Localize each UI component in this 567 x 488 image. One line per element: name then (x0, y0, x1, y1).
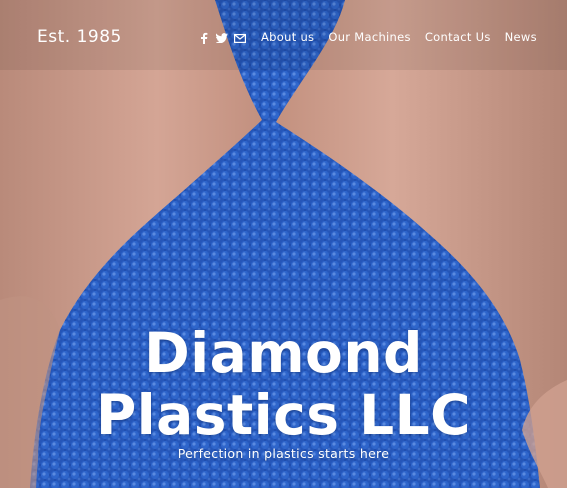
twitter-icon[interactable] (216, 32, 228, 44)
hero-section: Est. 1985 About us Our Machines Contact … (0, 0, 567, 488)
site-header: Est. 1985 About us Our Machines Contact … (0, 0, 567, 70)
nav-news[interactable]: News (505, 30, 537, 44)
mail-icon[interactable] (234, 32, 246, 44)
nav-our-machines[interactable]: Our Machines (328, 30, 410, 44)
hero-title-line-1: Diamond (144, 321, 423, 385)
nav-contact-us[interactable]: Contact Us (425, 30, 491, 44)
nav-about-us[interactable]: About us (261, 30, 314, 44)
social-links (198, 32, 246, 44)
facebook-icon[interactable] (198, 32, 210, 44)
hero-tagline: Perfection in plastics starts here (177, 446, 390, 461)
hero-title: Diamond Plastics LLC (0, 322, 567, 446)
hero-title-line-2: Plastics LLC (95, 383, 472, 447)
brand-established-text[interactable]: Est. 1985 (37, 27, 122, 47)
main-nav: About us Our Machines Contact Us News (261, 30, 537, 44)
